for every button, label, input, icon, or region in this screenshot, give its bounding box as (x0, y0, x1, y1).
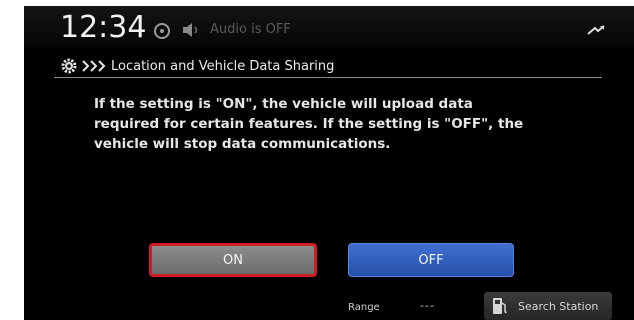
range-value: --- (420, 299, 435, 312)
off-button[interactable]: OFF (348, 243, 514, 277)
range-label: Range (348, 302, 380, 313)
fuel-pump-icon (493, 298, 507, 314)
chevrons-icon (82, 60, 106, 72)
page-title: Location and Vehicle Data Sharing (111, 58, 335, 74)
search-station-button[interactable]: Search Station (484, 292, 612, 320)
audio-source-icon (154, 23, 170, 39)
header: Location and Vehicle Data Sharing (60, 54, 334, 78)
info-message: If the setting is "ON", the vehicle will… (94, 96, 524, 152)
on-button[interactable]: ON (149, 243, 317, 277)
gear-icon (61, 58, 77, 74)
header-divider (54, 77, 602, 78)
status-bar: 12:34 Audio is OFF (24, 6, 634, 48)
clock: 12:34 (60, 10, 147, 45)
speaker-icon (183, 23, 198, 37)
connection-icon (587, 25, 605, 35)
audio-status: Audio is OFF (210, 22, 291, 37)
infotainment-screen: 12:34 Audio is OFF Location and Vehicle … (24, 6, 634, 320)
search-station-label: Search Station (518, 299, 599, 313)
